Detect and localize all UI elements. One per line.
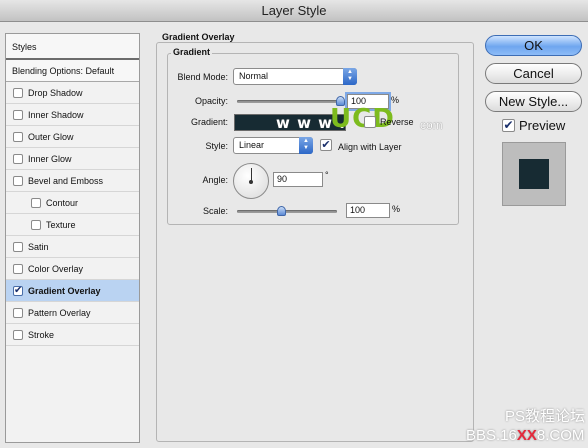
style-value: Linear xyxy=(239,140,265,150)
sidebar-checkbox[interactable] xyxy=(13,264,23,274)
sidebar-item-texture[interactable]: Texture xyxy=(6,214,139,236)
new-style-button[interactable]: New Style... xyxy=(485,91,582,112)
blend-mode-select[interactable]: Normal ▲ ▼ xyxy=(233,68,357,85)
sidebar-checkbox[interactable] xyxy=(13,330,23,340)
sidebar-checkbox[interactable] xyxy=(31,220,41,230)
blend-mode-label: Blend Mode: xyxy=(177,72,228,82)
sidebar-item-stroke[interactable]: Stroke xyxy=(6,324,139,346)
angle-label: Angle: xyxy=(202,175,228,185)
sidebar-checkbox[interactable] xyxy=(13,110,23,120)
section-title: Gradient Overlay xyxy=(160,32,237,42)
scale-input[interactable]: 100 xyxy=(346,203,390,218)
preview-swatch xyxy=(519,159,549,189)
sidebar-checkbox[interactable] xyxy=(13,88,23,98)
sidebar-item-label: Gradient Overlay xyxy=(28,286,101,296)
watermark-site-b: XX xyxy=(516,427,537,444)
opacity-slider[interactable] xyxy=(237,100,341,103)
sidebar-item-color-overlay[interactable]: Color Overlay xyxy=(6,258,139,280)
watermark-url-right: com xyxy=(420,118,443,132)
preview-checkbox[interactable]: ✔ xyxy=(502,119,515,132)
scale-unit: % xyxy=(392,204,401,214)
reverse-checkbox[interactable] xyxy=(364,116,376,128)
sidebar-item-inner-shadow[interactable]: Inner Shadow xyxy=(6,104,139,126)
preview-label: Preview xyxy=(519,118,566,133)
ok-button[interactable]: OK xyxy=(485,35,582,56)
select-arrows-icon: ▲ ▼ xyxy=(343,68,357,85)
opacity-label: Opacity: xyxy=(194,96,228,106)
sidebar-item-label: Drop Shadow xyxy=(28,88,83,98)
preview-thumbnail xyxy=(502,142,566,206)
sidebar-item-satin[interactable]: Satin xyxy=(6,236,139,258)
blending-options-item[interactable]: Blending Options: Default xyxy=(6,60,139,82)
align-with-layer-label: Align with Layer xyxy=(338,142,402,152)
blend-mode-value: Normal xyxy=(239,71,269,81)
sidebar-checkbox[interactable] xyxy=(13,308,23,318)
sidebar-item-outer-glow[interactable]: Outer Glow xyxy=(6,126,139,148)
sidebar-item-label: Stroke xyxy=(28,330,55,340)
window-title: Layer Style xyxy=(0,0,588,22)
sidebar-item-inner-glow[interactable]: Inner Glow xyxy=(6,148,139,170)
angle-input[interactable]: 90 xyxy=(273,172,323,187)
reverse-label: Reverse xyxy=(380,117,414,127)
gradient-label: Gradient: xyxy=(190,117,228,127)
sidebar-item-label: Pattern Overlay xyxy=(28,308,91,318)
sidebar-item-label: Outer Glow xyxy=(28,132,74,142)
watermark-site-c: 8.COM xyxy=(536,427,585,444)
sidebar-checkbox[interactable] xyxy=(13,242,23,252)
sidebar-item-label: Contour xyxy=(46,198,79,208)
style-select[interactable]: Linear ▲ ▼ xyxy=(233,137,313,154)
watermark-forum: PS教程论坛 xyxy=(505,408,586,425)
sidebar-checkbox[interactable]: ✔ xyxy=(13,286,23,296)
sidebar-item-gradient-overlay[interactable]: ✔ Gradient Overlay xyxy=(6,280,139,302)
sidebar-checkbox[interactable] xyxy=(13,176,23,186)
angle-unit: ° xyxy=(325,170,329,180)
sidebar-item-label: Satin xyxy=(28,242,49,252)
group-title: Gradient xyxy=(171,47,213,57)
sidebar-checkbox[interactable] xyxy=(13,132,23,142)
scale-slider[interactable] xyxy=(237,210,337,213)
styles-sidebar: Styles Blending Options: Default Drop Sh… xyxy=(5,33,140,443)
sidebar-item-label: Bevel and Emboss xyxy=(28,176,104,186)
scale-label: Scale: xyxy=(202,206,228,216)
styles-list: Drop Shadow Inner Shadow Outer Glow Inner G… xyxy=(6,82,139,346)
sidebar-item-label: Inner Glow xyxy=(28,154,72,164)
sidebar-checkbox[interactable] xyxy=(13,154,23,164)
sidebar-item-bevel-and-emboss[interactable]: Bevel and Emboss xyxy=(6,170,139,192)
sidebar-item-label: Texture xyxy=(46,220,76,230)
scale-slider-thumb[interactable] xyxy=(277,206,286,216)
cancel-button[interactable]: Cancel xyxy=(485,63,582,84)
style-label: Style: xyxy=(205,141,228,151)
sidebar-item-drop-shadow[interactable]: Drop Shadow xyxy=(6,82,139,104)
sidebar-item-contour[interactable]: Contour xyxy=(6,192,139,214)
align-with-layer-checkbox[interactable]: ✔ xyxy=(320,139,332,151)
sidebar-item-label: Inner Shadow xyxy=(28,110,84,120)
angle-dial[interactable] xyxy=(233,163,269,199)
watermark-site-a: BBS.16 xyxy=(466,427,517,444)
styles-header[interactable]: Styles xyxy=(6,34,139,60)
sidebar-checkbox[interactable] xyxy=(31,198,41,208)
sidebar-item-pattern-overlay[interactable]: Pattern Overlay xyxy=(6,302,139,324)
sidebar-item-label: Color Overlay xyxy=(28,264,84,274)
select-arrows-icon: ▲ ▼ xyxy=(299,137,313,154)
angle-pivot xyxy=(249,180,253,184)
watermark-site: BBS.16XX8.COM xyxy=(466,427,584,444)
